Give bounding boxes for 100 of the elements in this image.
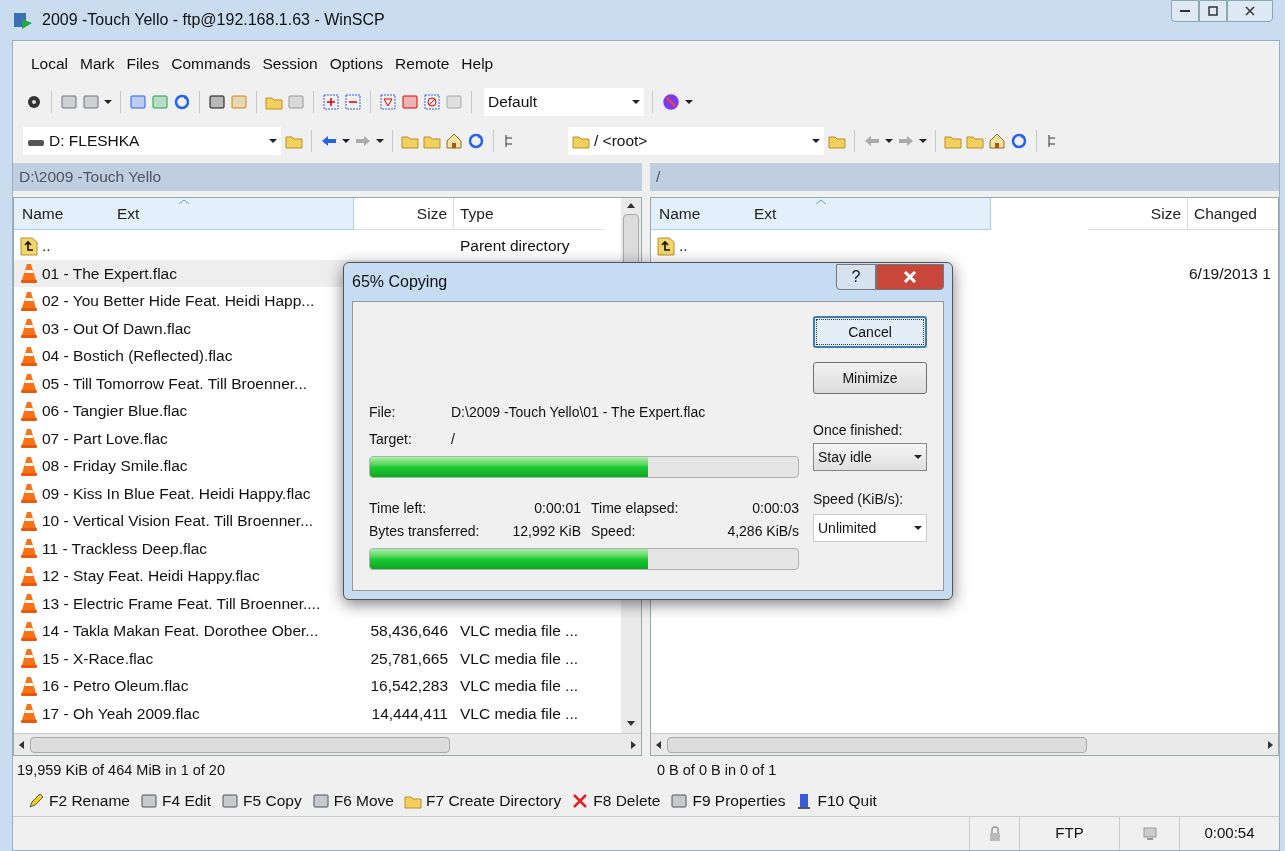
file-row[interactable]: 16 - Petro Oleum.flac 16,542,283 VLC media file ... [14, 672, 621, 700]
column-header[interactable]: Type [454, 198, 604, 230]
caret-icon[interactable] [376, 138, 384, 144]
scroll-arrow-icon[interactable] [629, 740, 637, 749]
traffic-cone-icon [20, 399, 38, 422]
filter-icon[interactable] [379, 93, 397, 111]
file-row[interactable]: 15 - X-Race.flac 25,781,665 VLC media file ... [14, 644, 621, 672]
menu-item[interactable]: Session [262, 52, 318, 76]
drive-dropdown[interactable]: D: FLESHKA [23, 127, 281, 155]
caret-icon[interactable] [632, 99, 640, 105]
menu-item[interactable]: Files [126, 52, 160, 76]
file-type: VLC media file ... [460, 704, 579, 722]
selection-status: 0 B of 0 B in 0 of 1 [656, 761, 778, 781]
stat-label: Time elapsed: [590, 499, 680, 518]
function-key-button[interactable]: F5 Copy [221, 789, 302, 813]
traffic-cone-icon [20, 344, 38, 367]
scrollbar-thumb[interactable] [30, 736, 450, 753]
close-button[interactable] [876, 264, 944, 290]
function-key-button[interactable]: F6 Move [311, 789, 394, 813]
column-header[interactable]: Size [354, 198, 454, 230]
delete-icon[interactable] [571, 792, 590, 810]
close-icon [903, 271, 917, 283]
plus-icon[interactable] [322, 93, 340, 111]
scrollbar-thumb[interactable] [667, 736, 1087, 753]
column-header[interactable]: Name Ext [14, 198, 354, 230]
column-title: Ext [754, 203, 777, 224]
scroll-arrow-icon[interactable] [18, 740, 26, 749]
file-name: 15 - X-Race.flac [42, 648, 154, 669]
menu-item[interactable]: Commands [171, 52, 251, 76]
traffic-cone-icon [20, 647, 38, 670]
file-row[interactable]: 04 - Bostich (Reflected).flac [14, 342, 621, 370]
scroll-arrow-icon[interactable] [655, 740, 663, 749]
menu-item[interactable]: Options [329, 52, 384, 76]
file-name: 11 - Trackless Deep.flac [42, 538, 208, 559]
function-key-button[interactable]: F10 Quit [795, 789, 877, 813]
column-header[interactable]: Size [1088, 198, 1188, 230]
minimize-icon [1179, 10, 1191, 12]
file-row[interactable]: .. [651, 232, 1278, 260]
file-row[interactable]: 13 - Electric Frame Feat. Till Broenner.... [14, 589, 621, 617]
function-key-button[interactable]: F9 Properties [670, 789, 786, 813]
horizontal-scrollbar[interactable] [14, 733, 641, 755]
pencil-icon[interactable] [27, 792, 45, 810]
caret-icon[interactable] [885, 138, 893, 144]
caret-icon[interactable] [919, 138, 927, 144]
minimize-button[interactable]: Minimize [813, 362, 927, 394]
maximize-window-button[interactable] [1199, 0, 1227, 22]
file-size: 16,542,283 [370, 677, 448, 695]
file-row[interactable]: 12 - Stay Feat. Heidi Happy.flac [14, 562, 621, 590]
once-finished-dropdown[interactable]: Stay idle [813, 443, 927, 471]
caret-icon[interactable] [914, 454, 922, 460]
file-type: VLC media file ... [460, 649, 579, 667]
caret-icon[interactable] [342, 138, 350, 144]
file-name: 04 - Bostich (Reflected).flac [42, 346, 233, 367]
function-key-button[interactable]: F8 Delete [571, 789, 661, 813]
home-icon[interactable] [988, 132, 1006, 150]
function-key-button[interactable]: F2 Rename [27, 789, 130, 813]
column-title: Name [659, 203, 702, 224]
close-window-button[interactable] [1227, 0, 1273, 22]
caret-icon[interactable] [269, 138, 277, 144]
scroll-arrow-icon[interactable] [1266, 740, 1274, 749]
column-title: Name [22, 203, 65, 224]
caret-icon[interactable] [812, 138, 820, 144]
column-header[interactable]: Name Ext [651, 198, 991, 230]
file-row[interactable]: 14 - Takla Makan Feat. Dorothee Ober... 58,436,646 VLC media file ... [14, 617, 621, 645]
menu-item[interactable]: Help [461, 52, 494, 76]
help-button[interactable]: ? [836, 264, 876, 290]
speed-dropdown[interactable]: Unlimited [813, 514, 927, 542]
file-row[interactable]: 05 - Till Tomorrow Feat. Till Broenner... [14, 369, 621, 397]
function-key-button[interactable]: F7 Create Directory [404, 789, 562, 813]
field-label: Once finished: [813, 421, 904, 440]
horizontal-scrollbar[interactable] [651, 733, 1278, 755]
computer-icon[interactable] [1140, 824, 1159, 843]
cancel-button[interactable]: Cancel [813, 316, 927, 348]
stat-label: Bytes transferred: [369, 522, 481, 541]
caret-icon[interactable] [685, 99, 693, 105]
no-icon[interactable] [423, 93, 441, 111]
file-name: 13 - Electric Frame Feat. Till Broenner.... [42, 593, 321, 614]
file-row[interactable]: 17 - Oh Yeah 2009.flac 14,444,411 VLC media file ... [14, 699, 621, 727]
home-icon[interactable] [445, 132, 463, 150]
directory-dropdown[interactable]: / <root> [568, 127, 824, 155]
function-key-button[interactable]: F4 Edit [140, 789, 212, 813]
profile-dropdown[interactable]: Default [484, 88, 644, 116]
file-row[interactable]: 03 - Out Of Dawn.flac [14, 314, 621, 342]
file-type: Parent directory [460, 237, 570, 255]
file-size: 25,781,665 [370, 649, 448, 667]
caret-icon[interactable] [104, 99, 112, 105]
minus-icon[interactable] [344, 93, 362, 111]
scroll-arrow-icon[interactable] [627, 202, 635, 210]
caret-icon[interactable] [914, 525, 922, 531]
file-row[interactable]: 08 - Friday Smile.flac [14, 452, 621, 480]
file-name: 07 - Part Love.flac [42, 428, 168, 449]
scroll-arrow-icon[interactable] [627, 719, 635, 727]
menu-item[interactable]: Mark [80, 52, 115, 76]
minimize-window-button[interactable] [1171, 0, 1199, 22]
menu-item[interactable]: Local [31, 52, 69, 76]
stat-value: 0:00:03 [751, 499, 799, 518]
file-name: 08 - Friday Smile.flac [42, 456, 188, 477]
menu-item[interactable]: Remote [395, 52, 450, 76]
file-row[interactable]: .. Parent directory [14, 232, 621, 260]
column-header[interactable]: Changed [1188, 198, 1278, 230]
